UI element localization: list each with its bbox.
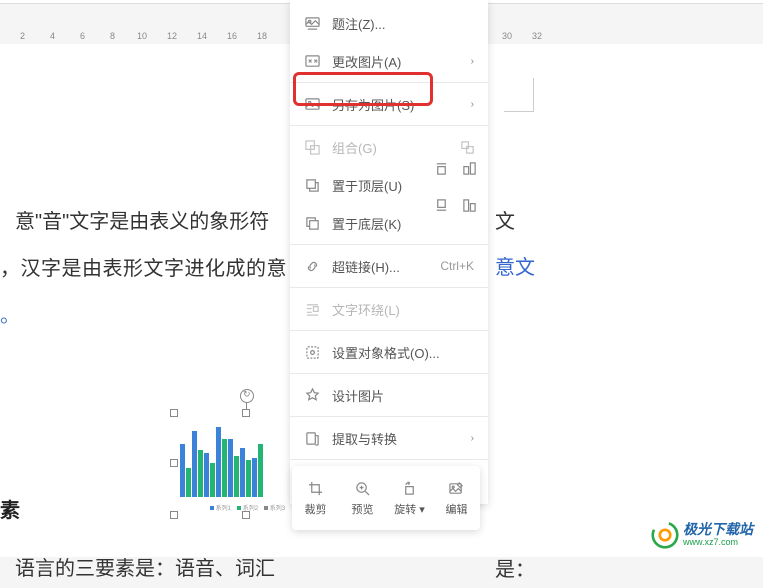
- toolbar-label: 裁剪: [305, 501, 327, 517]
- change-pic-icon: [304, 53, 320, 69]
- context-menu: 题注(Z)... 更改图片(A) › 另存为图片(S) › 组合(G) 置于顶层…: [290, 0, 488, 504]
- toolbar-label: 旋转 ▾: [394, 501, 425, 517]
- menu-extract[interactable]: 提取与转换 ›: [290, 419, 488, 457]
- doc-suffix-vert: 文: [495, 204, 515, 240]
- save-pic-icon: [304, 96, 320, 112]
- menu-change-pic[interactable]: 更改图片(A) ›: [290, 42, 488, 80]
- link-icon: [304, 258, 320, 274]
- send-back-icon: [304, 215, 320, 231]
- menu-group: 组合(G): [290, 128, 488, 166]
- menu-text-wrap: 文字环绕(L): [290, 290, 488, 328]
- menu-send-back[interactable]: 置于底层(K): [290, 204, 488, 242]
- watermark-logo-icon: [651, 521, 679, 549]
- menu-label: 置于底层(K): [332, 214, 474, 233]
- front-quick-1[interactable]: [434, 161, 449, 179]
- resize-handle[interactable]: [242, 409, 250, 417]
- toolbar-label: 编辑: [446, 501, 468, 517]
- doc-paragraph-1: 意"音"文字是由表义的象形符: [15, 204, 269, 240]
- menu-label: 超链接(H)...: [332, 257, 440, 276]
- crop-icon: [307, 479, 325, 497]
- menu-label: 另存为图片(S): [332, 95, 471, 114]
- front-quick-2[interactable]: [462, 161, 477, 179]
- zoom-icon: [354, 479, 372, 497]
- link-text[interactable]: 意文: [495, 251, 535, 280]
- chevron-right-icon: ›: [471, 56, 474, 67]
- watermark: 极光下载站 www.xz7.com: [651, 521, 753, 549]
- image-toolbar: 裁剪 预览 旋转 ▾ 编辑: [292, 466, 480, 530]
- menu-label: 设置对象格式(O)...: [332, 343, 474, 362]
- menu-hyperlink[interactable]: 超链接(H)... Ctrl+K: [290, 247, 488, 285]
- doc-heading: 素: [0, 494, 20, 523]
- back-quick-1[interactable]: [434, 198, 449, 216]
- group-icon: [304, 139, 320, 155]
- rotate-icon: [401, 479, 419, 497]
- menu-shortcut: Ctrl+K: [440, 259, 474, 273]
- menu-label: 题注(Z)...: [332, 14, 474, 33]
- crop-button[interactable]: 裁剪: [292, 466, 339, 530]
- edit-icon: [448, 479, 466, 497]
- chevron-right-icon: ›: [471, 433, 474, 444]
- menu-design-pic[interactable]: 设计图片: [290, 376, 488, 414]
- menu-label: 设计图片: [332, 386, 474, 405]
- toolbar-label: 预览: [352, 501, 374, 517]
- menu-label: 置于顶层(U): [332, 176, 474, 195]
- menu-caption[interactable]: 题注(Z)...: [290, 4, 488, 42]
- doc-body-suffix: 是：: [495, 552, 535, 588]
- group-side-icon: [460, 140, 474, 154]
- rotate-handle[interactable]: [240, 389, 254, 403]
- caption-icon: [304, 15, 320, 31]
- watermark-title: 极光下载站: [683, 522, 753, 537]
- doc-body-text: 语言的三要素是：语音、词汇: [15, 552, 275, 581]
- edit-button[interactable]: 编辑: [433, 466, 480, 530]
- menu-bring-front[interactable]: 置于顶层(U): [290, 166, 488, 204]
- design-icon: [304, 387, 320, 403]
- menu-label: 组合(G): [332, 138, 474, 157]
- menu-format-object[interactable]: 设置对象格式(O)...: [290, 333, 488, 371]
- page-corner: [504, 78, 534, 112]
- resize-handle[interactable]: [242, 511, 250, 519]
- preview-button[interactable]: 预览: [339, 466, 386, 530]
- wrap-icon: [304, 301, 320, 317]
- resize-handle[interactable]: [170, 409, 178, 417]
- bring-front-icon: [304, 177, 320, 193]
- resize-handle[interactable]: [170, 459, 178, 467]
- menu-label: 更改图片(A): [332, 52, 471, 71]
- rotate-button[interactable]: 旋转 ▾: [386, 466, 433, 530]
- menu-label: 文字环绕(L): [332, 300, 474, 319]
- resize-handle[interactable]: [170, 511, 178, 519]
- format-icon: [304, 344, 320, 360]
- menu-save-as-pic[interactable]: 另存为图片(S) ›: [290, 85, 488, 123]
- chevron-right-icon: ›: [471, 99, 474, 110]
- back-quick-2[interactable]: [462, 198, 477, 216]
- doc-period: 。: [0, 298, 20, 334]
- extract-icon: [304, 430, 320, 446]
- doc-paragraph-2: ，汉字是由表形文字进化成的意: [0, 251, 287, 287]
- watermark-url: www.xz7.com: [683, 538, 753, 548]
- menu-label: 提取与转换: [332, 429, 471, 448]
